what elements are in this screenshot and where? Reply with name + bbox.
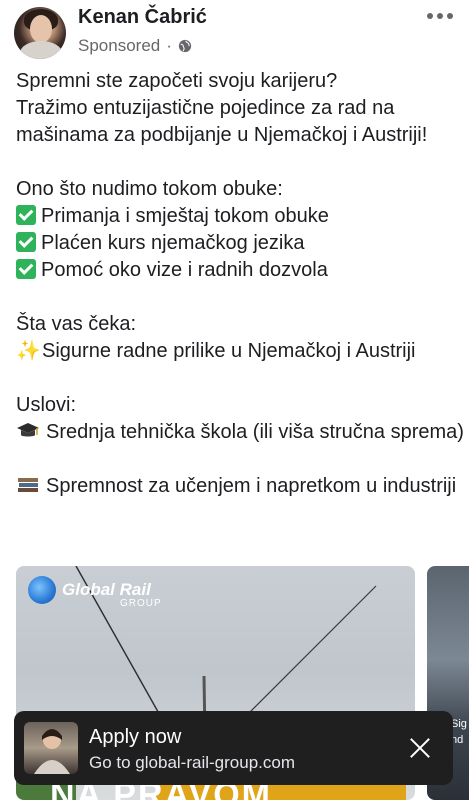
- sponsored-post: Kenan Čabrić Sponsored · Spremni ste zap…: [0, 0, 469, 800]
- cta-bar[interactable]: Apply now Go to global-rail-group.com: [14, 711, 453, 785]
- post-meta: Sponsored ·: [78, 36, 192, 56]
- offer-item-text: Pomoć oko vize i radnih dozvola: [41, 259, 328, 281]
- cta-url[interactable]: Go to global-rail-group.com: [89, 753, 295, 773]
- author-name[interactable]: Kenan Čabrić: [78, 6, 207, 29]
- next-card-text: Sig nd: [451, 718, 467, 746]
- close-icon[interactable]: [405, 733, 435, 763]
- brand-name: Global Rail: [62, 580, 151, 599]
- body-line: Spremni ste započeti svoju karijeru?: [16, 70, 338, 92]
- brand-sub: GROUP: [120, 598, 162, 609]
- sparkles-icon: ✨: [16, 340, 41, 362]
- check-icon: [16, 205, 36, 225]
- sponsored-label: Sponsored: [78, 36, 161, 55]
- waits-item-text: Sigurne radne prilike u Njemačkoj i Aust…: [42, 340, 416, 362]
- more-options-button[interactable]: [425, 6, 455, 26]
- more-horizontal-icon: [427, 13, 433, 19]
- globe-icon: [178, 39, 192, 53]
- person-thumbnail-image: [34, 729, 70, 774]
- globe-logo-icon: [28, 576, 56, 604]
- condition-item: Srednja tehnička škola (ili viša stručna…: [16, 419, 464, 446]
- conditions-heading: Uslovi:: [16, 394, 77, 416]
- waits-heading: Šta vas čeka:: [16, 313, 137, 335]
- offer-item: Primanja i smještaj tokom obuke: [16, 203, 464, 230]
- waits-item: ✨Sigurne radne prilike u Njemačkoj i Aus…: [16, 338, 464, 365]
- post-header: Kenan Čabrić Sponsored ·: [0, 0, 469, 66]
- books-icon: [18, 478, 38, 492]
- meta-separator: ·: [166, 36, 172, 55]
- offer-item-text: Primanja i smještaj tokom obuke: [41, 205, 329, 227]
- post-body: Spremni ste započeti svoju karijeru? Tra…: [16, 68, 464, 500]
- check-icon: [16, 259, 36, 279]
- graduation-cap-icon: [17, 423, 39, 437]
- condition-item: Spremnost za učenjem i napretkom u indus…: [16, 473, 464, 500]
- cta-title[interactable]: Apply now: [89, 726, 181, 749]
- offer-item: Plaćen kurs njemačkog jezika: [16, 230, 464, 257]
- check-icon: [16, 232, 36, 252]
- condition-text: Spremnost za učenjem i napretkom u indus…: [46, 475, 457, 497]
- author-avatar[interactable]: [14, 7, 66, 59]
- offer-item-text: Plaćen kurs njemačkog jezika: [41, 232, 305, 254]
- offer-item: Pomoć oko vize i radnih dozvola: [16, 257, 464, 284]
- cta-thumbnail: [24, 722, 78, 774]
- body-line: Tražimo entuzijastične pojedince za rad …: [16, 97, 395, 119]
- offer-heading: Ono što nudimo tokom obuke:: [16, 178, 283, 200]
- condition-text: Srednja tehnička škola (ili viša stručna…: [46, 421, 464, 443]
- body-line: mašinama za podbijanje u Njemačkoj i Aus…: [16, 124, 428, 146]
